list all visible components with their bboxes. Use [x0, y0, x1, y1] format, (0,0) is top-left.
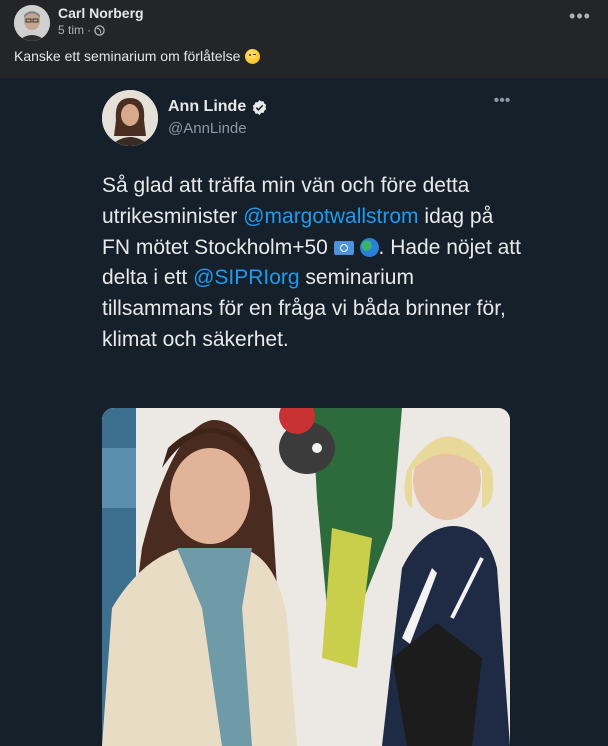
tweet-author-name: Ann Linde — [168, 98, 268, 116]
post-caption-text: Kanske ett seminarium om förlåtelse — [14, 48, 241, 64]
tweet-avatar-photo — [102, 90, 158, 146]
globe-africa-icon — [359, 237, 379, 257]
tweet-text: Så glad att träffa min vän och före dett… — [102, 171, 522, 356]
author-avatar[interactable] — [14, 5, 50, 41]
post-time[interactable]: 5 tim — [58, 23, 84, 37]
globe-icon — [94, 24, 105, 36]
tweet-author-name-text: Ann Linde — [168, 98, 247, 115]
post-author-name[interactable]: Carl Norberg — [58, 5, 144, 21]
verified-badge-icon — [253, 99, 267, 115]
winking-face-emoji-icon — [245, 48, 261, 64]
tweet-photo — [102, 408, 510, 746]
photo-two-women-illustration — [102, 408, 510, 746]
tweet-author-avatar — [102, 90, 158, 146]
embedded-tweet-screenshot: Ann Linde @AnnLinde ••• Så glad att träf… — [0, 78, 608, 746]
tweet-ellipsis-icon: ••• — [493, 92, 511, 109]
meta-separator: · — [87, 23, 92, 37]
tweet-author-handle: @AnnLinde — [168, 120, 247, 137]
mention-margotwallstrom: @margotwallstrom — [243, 204, 419, 228]
un-flag-icon — [333, 240, 354, 255]
facebook-post-header: Carl Norberg 5 tim · ••• Kanske ett semi… — [0, 0, 608, 78]
post-caption: Kanske ett seminarium om förlåtelse — [14, 48, 261, 64]
author-photo — [14, 5, 50, 41]
mention-sipriorg: @SIPRIorg — [193, 266, 300, 290]
post-meta: 5 tim · — [58, 23, 105, 37]
ellipsis-icon[interactable]: ••• — [568, 7, 592, 30]
